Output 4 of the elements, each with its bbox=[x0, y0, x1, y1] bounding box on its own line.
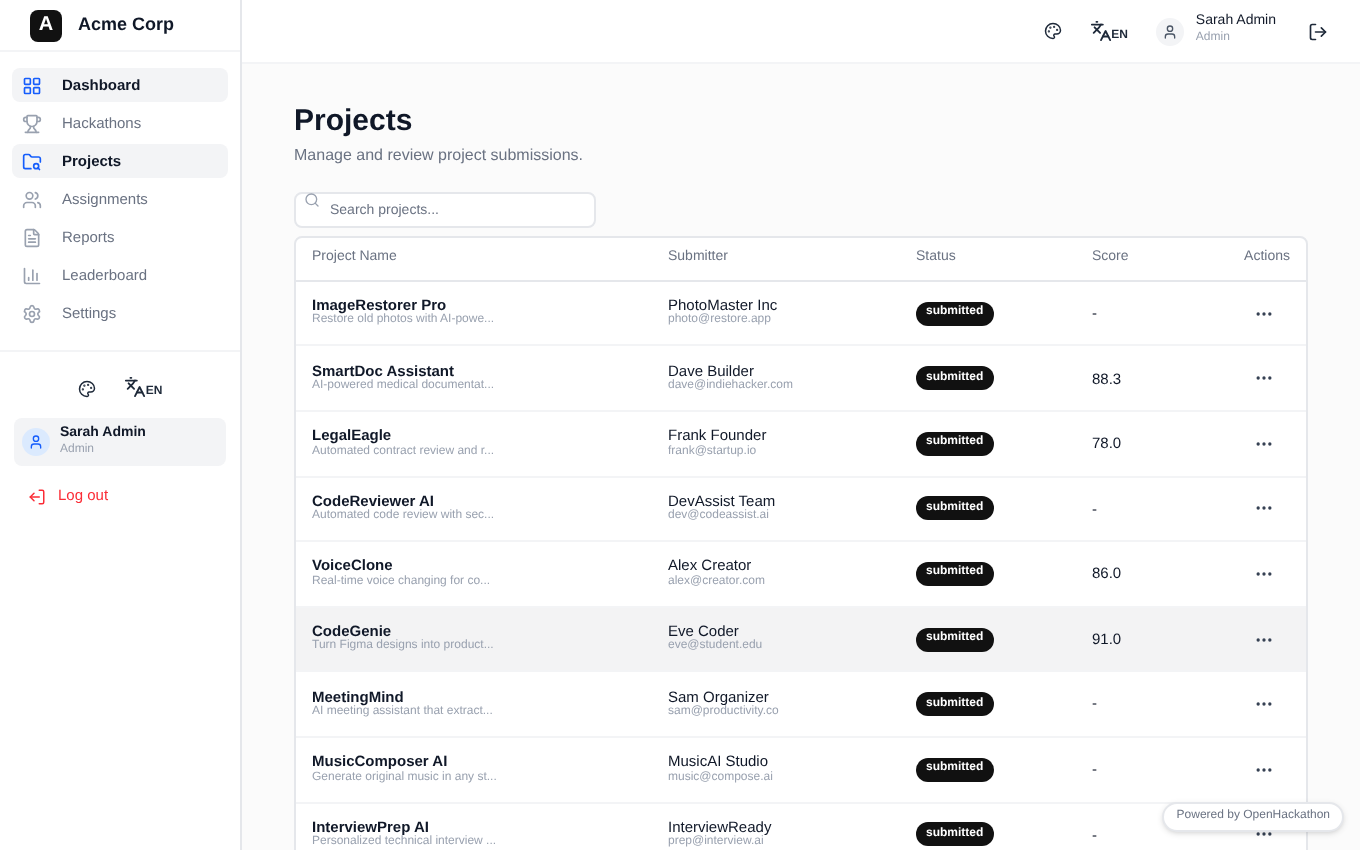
logo: A bbox=[30, 9, 62, 41]
page-title: Projects bbox=[294, 104, 415, 142]
brand-name: Acme Corp bbox=[78, 11, 175, 38]
page-subtitle: Manage and review project submissions. bbox=[294, 143, 586, 168]
